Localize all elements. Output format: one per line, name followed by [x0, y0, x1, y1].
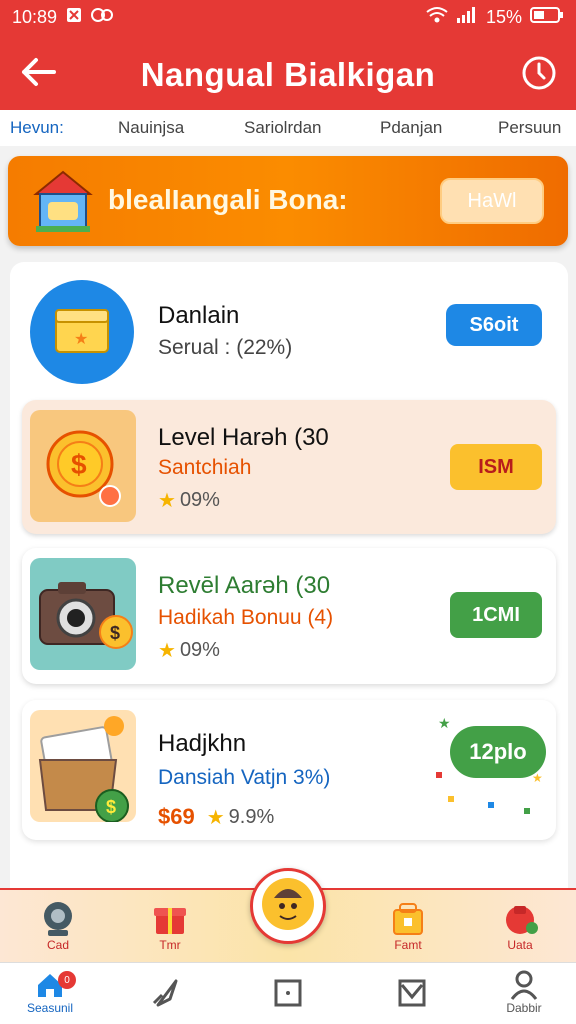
confetti-icon: ★ ★: [428, 712, 548, 822]
toolbar-item[interactable]: Cad: [28, 898, 88, 952]
nav-item-profile[interactable]: Dabbir: [484, 969, 564, 1015]
list-item[interactable]: ★ Danlain Serual : (22%) S6oit: [22, 272, 556, 402]
tab-persuun[interactable]: Persuun: [498, 118, 561, 138]
item-subtitle: Santchiah: [158, 456, 252, 479]
item-meta: 9.9%: [228, 805, 275, 828]
item-action-button[interactable]: ISM: [450, 444, 542, 490]
item-action-button[interactable]: S6oit: [446, 304, 542, 346]
nav-item-image[interactable]: [372, 969, 452, 1009]
wifi-icon: [426, 6, 448, 29]
nav-item-home[interactable]: 0 Seasunil: [10, 969, 90, 1015]
tab-nauinjsa[interactable]: Nauinjsa: [118, 118, 184, 138]
item-price: $69: [158, 804, 195, 829]
battery-icon: [530, 6, 564, 29]
svg-text:$: $: [71, 449, 87, 480]
toolbar-item[interactable]: Famt: [378, 898, 438, 952]
tab-pdanjan[interactable]: Pdanjan: [380, 118, 442, 138]
nav-item-square[interactable]: [248, 969, 328, 1009]
cart-icon: [500, 898, 540, 938]
nav-badge: 0: [58, 971, 76, 989]
svg-text:$: $: [110, 623, 120, 643]
mascot-button[interactable]: [250, 868, 326, 944]
nav-item-rocket[interactable]: [124, 969, 204, 1009]
house-gift-icon: [30, 166, 96, 236]
svg-text:★: ★: [438, 715, 451, 731]
tab-row: Hevun: Nauinjsa Sariolrdan Pdanjan Persu…: [0, 110, 576, 146]
svg-text:★: ★: [532, 771, 543, 785]
item-meta: 09%: [179, 639, 220, 661]
item-subtitle: Dansiah Vatjn 3%): [158, 766, 331, 789]
person-icon: [508, 969, 540, 1001]
image-icon: [396, 977, 428, 1009]
bottom-nav: 0 Seasunil Dabbir: [0, 962, 576, 1024]
item-rating: ★ 09%: [158, 638, 220, 663]
item-action-button[interactable]: 1CMI: [450, 592, 542, 638]
mascot-icon: [260, 876, 316, 937]
status-time: 10:89: [12, 6, 58, 27]
tab-sariolrdan[interactable]: Sariolrdan: [244, 118, 322, 138]
banner-text: blealIangali Bona:: [108, 184, 348, 215]
item-title: Revēl Aarǝh (30: [158, 572, 331, 599]
svg-text:$: $: [106, 797, 116, 817]
status-bar: 10:89 15%: [12, 4, 564, 30]
list-item[interactable]: $ Hadjkhn Dansiah Vatjn 3%) $69 ★ 9.9% 1…: [22, 700, 556, 840]
svg-text:★: ★: [74, 331, 88, 348]
toolbar-label: Famt: [394, 938, 422, 952]
tab-hevun[interactable]: Hevun:: [10, 118, 64, 138]
nav-label: Seasunil: [26, 1001, 74, 1015]
top-bar: 10:89 15% Nangual Bialkigan: [0, 0, 576, 110]
banner-button[interactable]: HaWl: [440, 178, 544, 224]
square-icon: [272, 977, 304, 1009]
robot-icon: [38, 898, 78, 938]
lock-box-icon: [388, 898, 428, 938]
nav-label: Dabbir: [506, 1001, 542, 1015]
app-bar: Nangual Bialkigan: [0, 42, 576, 104]
item-title: Danlain: [158, 302, 240, 329]
gold-coin-icon: $: [30, 410, 136, 522]
item-subtitle: Hadikah Bonuu (4): [158, 606, 334, 629]
mail-basket-icon: $: [30, 710, 136, 823]
rocket-icon: [148, 977, 180, 1009]
reward-list: ★ Danlain Serual : (22%) S6oit $ Level H…: [10, 262, 568, 902]
toolbar-label: Cad: [46, 938, 69, 952]
bonus-banner[interactable]: blealIangali Bona: HaWl: [8, 156, 568, 246]
item-rating: $69 ★ 9.9%: [158, 804, 274, 830]
star-icon: ★: [206, 806, 225, 829]
alarm-icon: [91, 6, 114, 29]
toolbar-label: Uata: [507, 938, 533, 952]
item-meta: 09%: [179, 489, 220, 511]
battery-percent: 15%: [485, 6, 522, 27]
item-title: Level Harǝh (30: [158, 424, 329, 451]
camera-coin-icon: $: [30, 558, 136, 670]
star-icon: ★: [158, 640, 176, 662]
item-subtitle: Serual : (22%): [158, 336, 293, 359]
list-item[interactable]: $ Level Harǝh (30 Santchiah ★ 09% ISM: [22, 400, 556, 534]
item-rating: ★ 09%: [158, 488, 220, 513]
treasure-box-icon: ★: [30, 280, 134, 384]
item-title: Hadjkhn: [158, 730, 247, 757]
history-icon[interactable]: [520, 54, 558, 92]
signal-icon: [456, 6, 478, 29]
list-item[interactable]: $ Revēl Aarǝh (30 Hadikah Bonuu (4) ★ 09…: [22, 548, 556, 684]
star-icon: ★: [158, 490, 176, 512]
page-title: Nangual Bialkigan: [140, 56, 436, 93]
toolbar-label: Tmr: [159, 938, 181, 952]
gift-icon: [150, 898, 190, 938]
toolbar-item[interactable]: Tmr: [140, 898, 200, 952]
toolbar-item[interactable]: Uata: [490, 898, 550, 952]
notification-icon: [65, 6, 83, 29]
